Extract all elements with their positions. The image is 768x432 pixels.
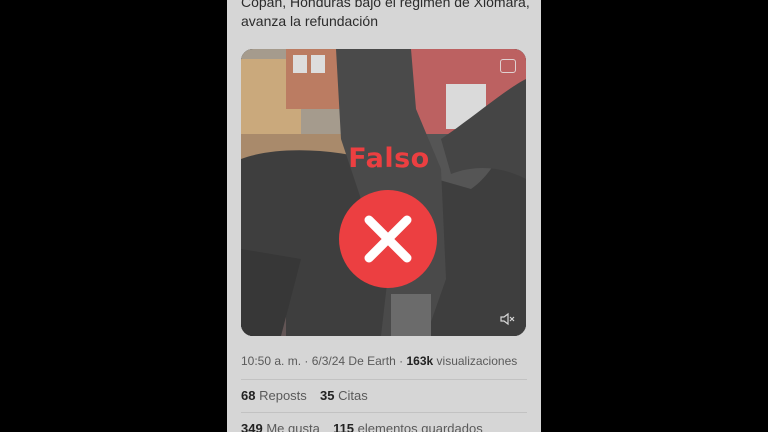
quotes-label: Citas xyxy=(338,388,368,403)
engagement-row: 68 Reposts 35 Citas xyxy=(241,388,368,403)
verdict-badge xyxy=(339,190,437,288)
reposts-link[interactable]: 68 Reposts xyxy=(241,388,310,403)
quotes-link[interactable]: 35 Citas xyxy=(320,388,368,403)
speaker-muted-icon[interactable] xyxy=(500,312,516,326)
engagement-row: 349 Me gusta 115 elementos guardados xyxy=(241,421,483,432)
tweet-time: 10:50 a. m. xyxy=(241,354,302,368)
screen: Copán, Honduras bajo el régimen de Xioma… xyxy=(0,0,768,432)
likes-link[interactable]: 349 Me gusta xyxy=(241,421,323,432)
x-mark-icon xyxy=(364,215,412,263)
views-count: 163k xyxy=(406,354,434,368)
views-label: visualizaciones xyxy=(436,354,518,368)
quotes-count: 35 xyxy=(320,388,335,403)
content-badge-icon xyxy=(500,59,516,73)
divider xyxy=(241,379,527,380)
reposts-label: Reposts xyxy=(259,388,307,403)
bookmarks-count: 115 xyxy=(333,421,355,432)
tweet-date-source: 6/3/24 De Earth xyxy=(311,354,396,368)
bookmarks-label: elementos guardados xyxy=(357,421,483,432)
likes-count: 349 xyxy=(241,421,263,432)
tweet-text: Copán, Honduras bajo el régimen de Xioma… xyxy=(241,0,531,31)
verdict-label: Falso xyxy=(348,143,430,174)
reposts-count: 68 xyxy=(241,388,256,403)
bookmarks-link[interactable]: 115 elementos guardados xyxy=(333,421,483,432)
likes-label: Me gusta xyxy=(266,421,320,432)
tweet-meta: 10:50 a. m. · 6/3/24 De Earth · 163k vis… xyxy=(241,354,518,368)
tweet-text-line: Copán, Honduras bajo el régimen de Xioma… xyxy=(241,0,530,10)
divider xyxy=(241,412,527,413)
tweet-text-line: avanza la refundación xyxy=(241,13,378,29)
